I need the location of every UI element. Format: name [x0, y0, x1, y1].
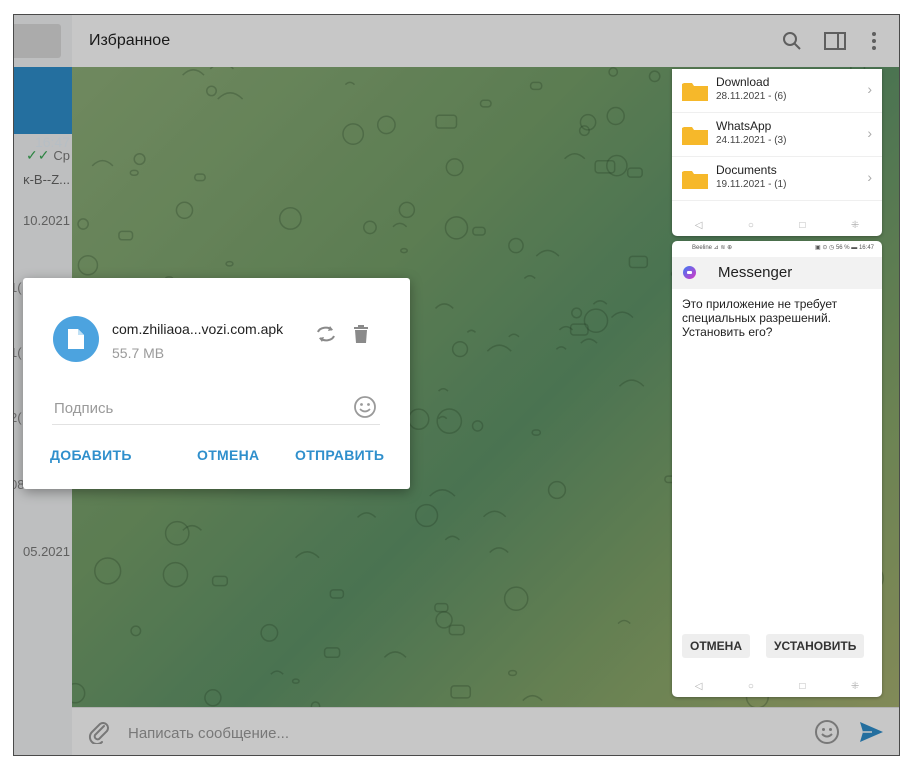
file-size: 55.7 MB [112, 345, 165, 361]
send-file-dialog: com.zhiliaoa...vozi.com.apk 55.7 MB ДОБА… [23, 278, 410, 489]
accessibility-nav-icon: ⁜ [850, 219, 860, 231]
send-button[interactable]: ОТПРАВИТЬ [295, 447, 384, 463]
installer-header: Messenger [672, 257, 882, 289]
status-carrier: Beeline ⊿ ≋ ⊕ [692, 245, 733, 251]
chevron-right-icon: › [867, 169, 872, 185]
chevron-right-icon: › [867, 81, 872, 97]
caption-input[interactable] [52, 396, 346, 420]
screenshot-file-list: Download 28.11.2021 - (6) › WhatsApp 24.… [672, 69, 882, 236]
screenshot-app-installer: Beeline ⊿ ≋ ⊕ ▣ ⊙ ◷ 56 % ▬ 16:47 Messeng… [672, 241, 882, 697]
file-badge [53, 316, 99, 362]
replace-file-icon[interactable] [315, 324, 337, 349]
back-nav-icon: ◁ [694, 680, 703, 692]
attached-screenshot-preview: Download 28.11.2021 - (6) › WhatsApp 24.… [672, 69, 882, 697]
folder-meta: 28.11.2021 - (6) [716, 91, 787, 102]
installer-install-button: УСТАНОВИТЬ [766, 634, 865, 658]
back-nav-icon: ◁ [694, 219, 703, 231]
folder-row[interactable]: Download 28.11.2021 - (6) › [672, 69, 882, 113]
folder-icon [682, 127, 708, 145]
delete-icon[interactable] [353, 324, 369, 349]
status-indicators: ▣ ⊙ ◷ 56 % ▬ 16:47 [815, 245, 874, 251]
folder-row[interactable]: Documents 19.11.2021 - (1) › [672, 157, 882, 201]
android-navbar: ◁ ○ □ ⁜ [672, 214, 882, 236]
folder-icon [682, 171, 708, 189]
folder-meta: 24.11.2021 - (3) [716, 135, 787, 146]
add-button[interactable]: ДОБАВИТЬ [50, 447, 132, 463]
folder-name: Download [716, 75, 770, 89]
home-nav-icon: ○ [747, 680, 754, 692]
home-nav-icon: ○ [747, 219, 754, 231]
folder-meta: 19.11.2021 - (1) [716, 179, 787, 190]
android-status-bar: Beeline ⊿ ≋ ⊕ ▣ ⊙ ◷ 56 % ▬ 16:47 [672, 241, 882, 255]
chevron-right-icon: › [867, 125, 872, 141]
folder-name: Documents [716, 163, 777, 177]
telegram-window: 16:47 ✓✓ Ср ĸ-B--Z... 10.2021 1( 1( 2( 0… [13, 14, 900, 756]
messenger-icon [683, 266, 696, 279]
document-icon [68, 329, 84, 349]
emoji-icon[interactable] [353, 395, 377, 424]
cancel-button[interactable]: ОТМЕНА [197, 447, 259, 463]
folder-icon [682, 83, 708, 101]
folder-row[interactable]: WhatsApp 24.11.2021 - (3) › [672, 113, 882, 157]
folder-name: WhatsApp [716, 119, 772, 133]
installer-app-name: Messenger [718, 264, 793, 281]
recents-nav-icon: □ [799, 680, 806, 692]
installer-message: Это приложение не требует специальных ра… [682, 297, 838, 339]
recents-nav-icon: □ [799, 219, 806, 231]
installer-cancel-button: ОТМЕНА [682, 634, 750, 658]
caption-underline [52, 424, 380, 425]
file-name: com.zhiliaoa...vozi.com.apk [112, 321, 284, 337]
accessibility-nav-icon: ⁜ [850, 680, 860, 692]
android-navbar: ◁ ○ □ ⁜ [672, 675, 882, 697]
